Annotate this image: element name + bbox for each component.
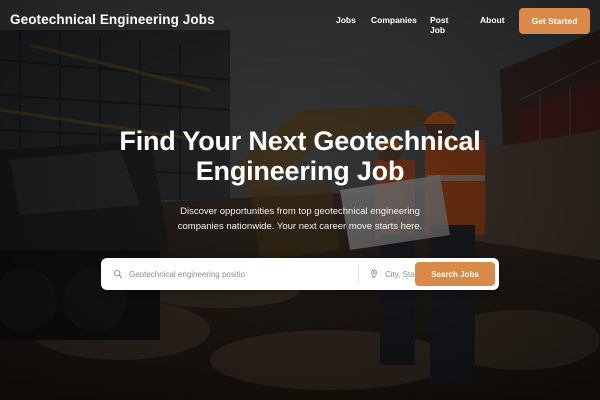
hero-background-image: [0, 0, 600, 400]
job-search-bar: Geotechnical engineering positio City, S…: [101, 258, 499, 290]
nav-link-about[interactable]: About: [480, 15, 505, 25]
search-icon: [114, 270, 123, 279]
hero-title-line-2: Engineering Job: [195, 156, 405, 186]
get-started-button[interactable]: Get Started: [519, 8, 590, 34]
hero-subtitle: Discover opportunities from top geotechn…: [140, 204, 460, 234]
hero-title-line-1: Find Your Next Geotechnical: [119, 126, 481, 156]
nav-link-jobs[interactable]: Jobs: [336, 15, 356, 25]
hero-title: Find Your Next Geotechnical Engineering …: [60, 126, 540, 186]
brand-logo-text[interactable]: Geotechnical Engineering Jobs: [10, 12, 215, 27]
keyword-placeholder: Geotechnical engineering positio: [129, 269, 246, 279]
hero-subtitle-line-1: Discover opportunities from top geotechn…: [180, 206, 420, 217]
nav-link-post-job[interactable]: Post Job: [430, 15, 448, 35]
nav-link-companies[interactable]: Companies: [371, 15, 417, 25]
search-jobs-button[interactable]: Search Jobs: [415, 262, 495, 286]
keyword-search-input[interactable]: Geotechnical engineering positio: [105, 258, 357, 290]
top-navigation: Geotechnical Engineering Jobs Jobs Compa…: [0, 0, 600, 42]
search-divider: [358, 265, 359, 283]
location-pin-icon: [371, 269, 377, 279]
hero-subtitle-line-2: companies nationwide. Your next career m…: [177, 221, 423, 232]
hero-section: Geotechnical Engineering Jobs Jobs Compa…: [0, 0, 600, 400]
